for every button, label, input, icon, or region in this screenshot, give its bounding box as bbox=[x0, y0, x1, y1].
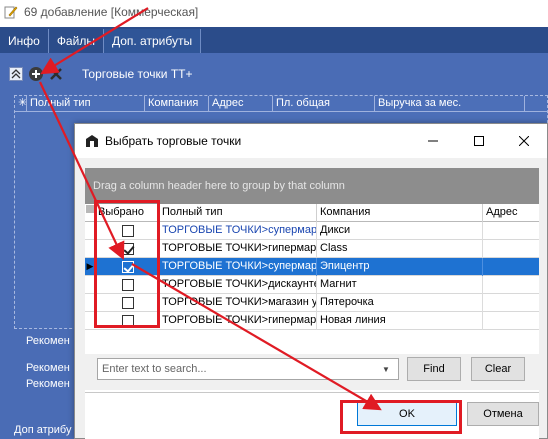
minimize-icon[interactable] bbox=[410, 124, 456, 158]
parent-window-title: 69 добавление [Коммерческая] bbox=[24, 5, 199, 19]
search-bar: ▼ Find Clear bbox=[85, 354, 539, 390]
tab-extra-attributes[interactable]: Доп. атрибуты bbox=[103, 29, 202, 53]
parent-side-label-3: Рекомен bbox=[26, 378, 70, 390]
annotation-box-checkbox-column bbox=[94, 200, 160, 328]
add-icon[interactable] bbox=[28, 66, 44, 82]
parent-side-label-1: Рекомен bbox=[26, 335, 70, 347]
row-type: ТОРГОВЫЕ ТОЧКИ>гипермарк bbox=[159, 312, 317, 330]
toolbar-label: Торговые точки ТТ+ bbox=[82, 67, 193, 81]
row-company: Class bbox=[317, 240, 483, 258]
parent-side-label-2: Рекомен bbox=[26, 362, 70, 374]
find-button[interactable]: Find bbox=[407, 357, 461, 381]
row-type: ТОРГОВЫЕ ТОЧКИ>гипермарк bbox=[159, 240, 317, 258]
dialog-titlebar: Выбрать торговые точки bbox=[75, 124, 547, 158]
row-address bbox=[483, 294, 539, 312]
tab-info[interactable]: Инфо bbox=[0, 29, 49, 53]
search-input[interactable] bbox=[98, 360, 378, 378]
row-address bbox=[483, 312, 539, 330]
cancel-button[interactable]: Отмена bbox=[467, 402, 539, 426]
row-address bbox=[483, 258, 539, 276]
collapse-icon[interactable] bbox=[8, 66, 24, 82]
tab-files[interactable]: Файлы bbox=[49, 29, 104, 53]
row-type: ТОРГОВЫЕ ТОЧКИ>супермарк bbox=[159, 258, 317, 276]
parent-toolbar: Торговые точки ТТ+ bbox=[8, 64, 548, 84]
row-company: Дикси bbox=[317, 222, 483, 240]
search-box[interactable]: ▼ bbox=[97, 358, 399, 380]
edit-icon bbox=[4, 5, 18, 19]
row-type: ТОРГОВЫЕ ТОЧКИ>супермарк bbox=[159, 222, 317, 240]
group-by-panel[interactable]: Drag a column header here to group by th… bbox=[85, 168, 539, 204]
row-company: Пятерочка bbox=[317, 294, 483, 312]
parent-grid-header: ✳ Полный тип Компания Адрес Пл. общая Вы… bbox=[15, 96, 548, 112]
parent-tabs: Инфо Файлы Доп. атрибуты bbox=[0, 27, 548, 53]
annotation-box-ok bbox=[340, 400, 462, 434]
group-by-hint: Drag a column header here to group by th… bbox=[93, 180, 345, 192]
dialog-divider bbox=[85, 392, 539, 393]
maximize-icon[interactable] bbox=[456, 124, 502, 158]
row-address bbox=[483, 240, 539, 258]
dialog-app-icon bbox=[85, 134, 99, 148]
parent-bottom-tab[interactable]: Доп атрибу bbox=[14, 424, 71, 436]
row-company: Магнит bbox=[317, 276, 483, 294]
col-address[interactable]: Адрес bbox=[483, 204, 539, 222]
row-address bbox=[483, 276, 539, 294]
dialog-title: Выбрать торговые точки bbox=[105, 134, 242, 148]
row-type: ТОРГОВЫЕ ТОЧКИ>дискаунте bbox=[159, 276, 317, 294]
close-icon[interactable] bbox=[501, 124, 547, 158]
delete-icon[interactable] bbox=[48, 66, 64, 82]
parent-col-address[interactable]: Адрес bbox=[209, 96, 273, 112]
parent-col-revenue[interactable]: Выручка за мес. bbox=[375, 96, 525, 112]
row-company: Эпицентр bbox=[317, 258, 483, 276]
parent-col-area[interactable]: Пл. общая bbox=[273, 96, 375, 112]
row-address bbox=[483, 222, 539, 240]
row-company: Новая линия bbox=[317, 312, 483, 330]
col-company[interactable]: Компания bbox=[317, 204, 483, 222]
parent-grid-star-icon: ✳ bbox=[15, 96, 27, 112]
row-type: ТОРГОВЫЕ ТОЧКИ>магазин у , bbox=[159, 294, 317, 312]
clear-button[interactable]: Clear bbox=[471, 357, 525, 381]
parent-titlebar: 69 добавление [Коммерческая] bbox=[0, 0, 548, 24]
parent-col-company[interactable]: Компания bbox=[145, 96, 209, 112]
parent-col-type[interactable]: Полный тип bbox=[27, 96, 145, 112]
col-full-type[interactable]: Полный тип bbox=[159, 204, 317, 222]
chevron-down-icon[interactable]: ▼ bbox=[378, 359, 394, 379]
